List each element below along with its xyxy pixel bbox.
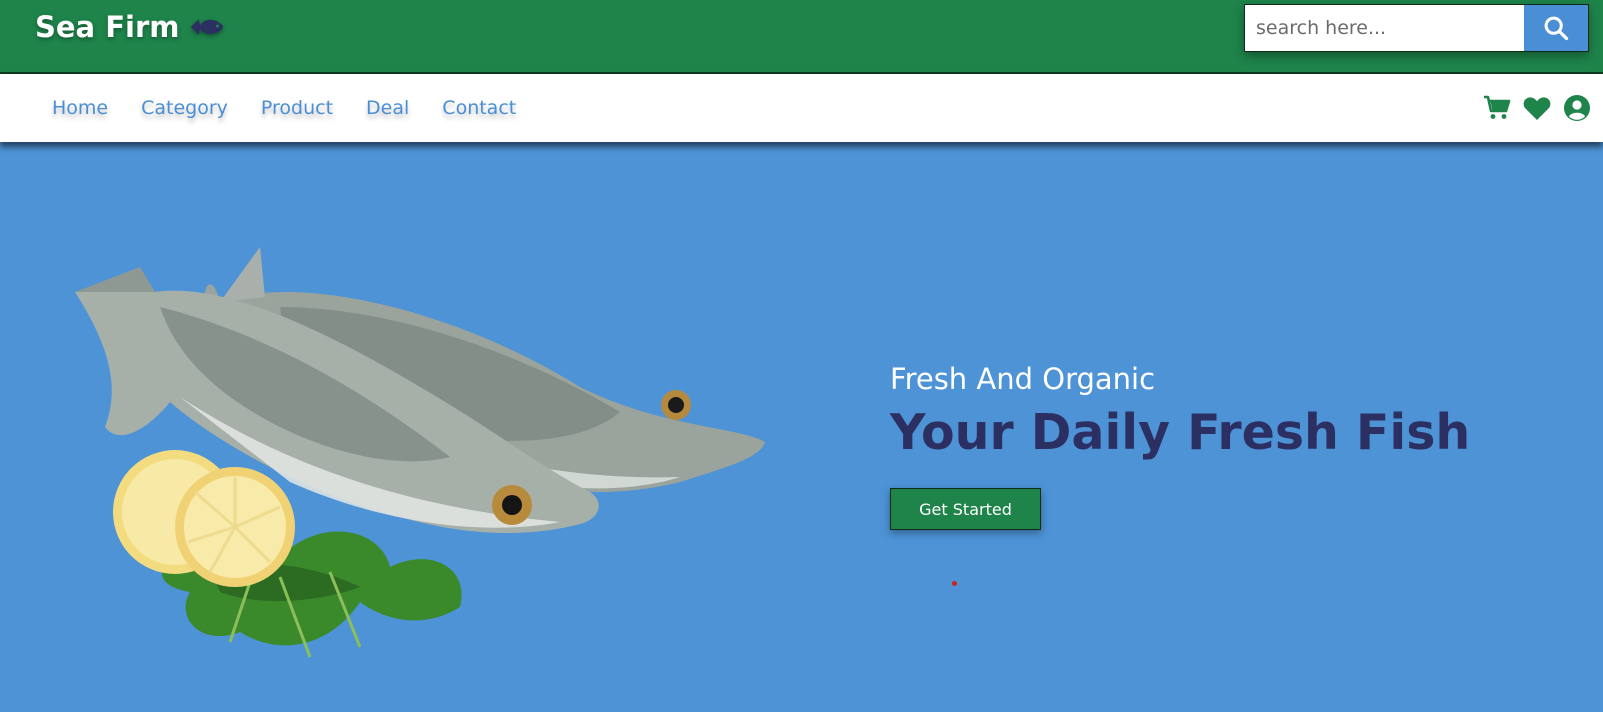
main-nav: Home Category Product Deal Contact bbox=[0, 74, 1603, 142]
lemon-slices bbox=[113, 450, 295, 587]
nav-link-product[interactable]: Product bbox=[261, 97, 333, 119]
search-box bbox=[1244, 4, 1589, 52]
hero-title: Your Daily Fresh Fish bbox=[890, 404, 1471, 461]
hero-subtitle: Fresh And Organic bbox=[890, 362, 1156, 396]
user-icon bbox=[1564, 95, 1590, 121]
nav-link-category[interactable]: Category bbox=[141, 97, 228, 119]
heart-icon bbox=[1523, 96, 1551, 120]
nav-link-contact[interactable]: Contact bbox=[442, 97, 516, 119]
red-dot-marker bbox=[952, 581, 957, 586]
search-icon bbox=[1544, 16, 1569, 41]
get-started-button[interactable]: Get Started bbox=[890, 488, 1041, 530]
search-input[interactable] bbox=[1245, 5, 1524, 51]
search-button[interactable] bbox=[1524, 5, 1588, 51]
brand-logo[interactable]: Sea Firm bbox=[35, 10, 226, 44]
cart-icon bbox=[1484, 95, 1511, 119]
brand-name: Sea Firm bbox=[35, 10, 180, 44]
nav-links: Home Category Product Deal Contact bbox=[52, 74, 516, 142]
hero-text: Fresh And Organic Your Daily Fresh Fish bbox=[890, 362, 1470, 461]
nav-link-deal[interactable]: Deal bbox=[366, 97, 409, 119]
fish-icon bbox=[190, 19, 223, 35]
cart-button[interactable] bbox=[1483, 94, 1511, 122]
hero-section: Fresh And Organic Your Daily Fresh Fish … bbox=[0, 142, 1603, 712]
account-button[interactable] bbox=[1563, 94, 1591, 122]
nav-link-home[interactable]: Home bbox=[52, 97, 108, 119]
fish-image bbox=[75, 247, 766, 658]
wishlist-button[interactable] bbox=[1523, 94, 1551, 122]
nav-icons bbox=[1483, 74, 1591, 142]
top-header: Sea Firm bbox=[0, 0, 1603, 74]
